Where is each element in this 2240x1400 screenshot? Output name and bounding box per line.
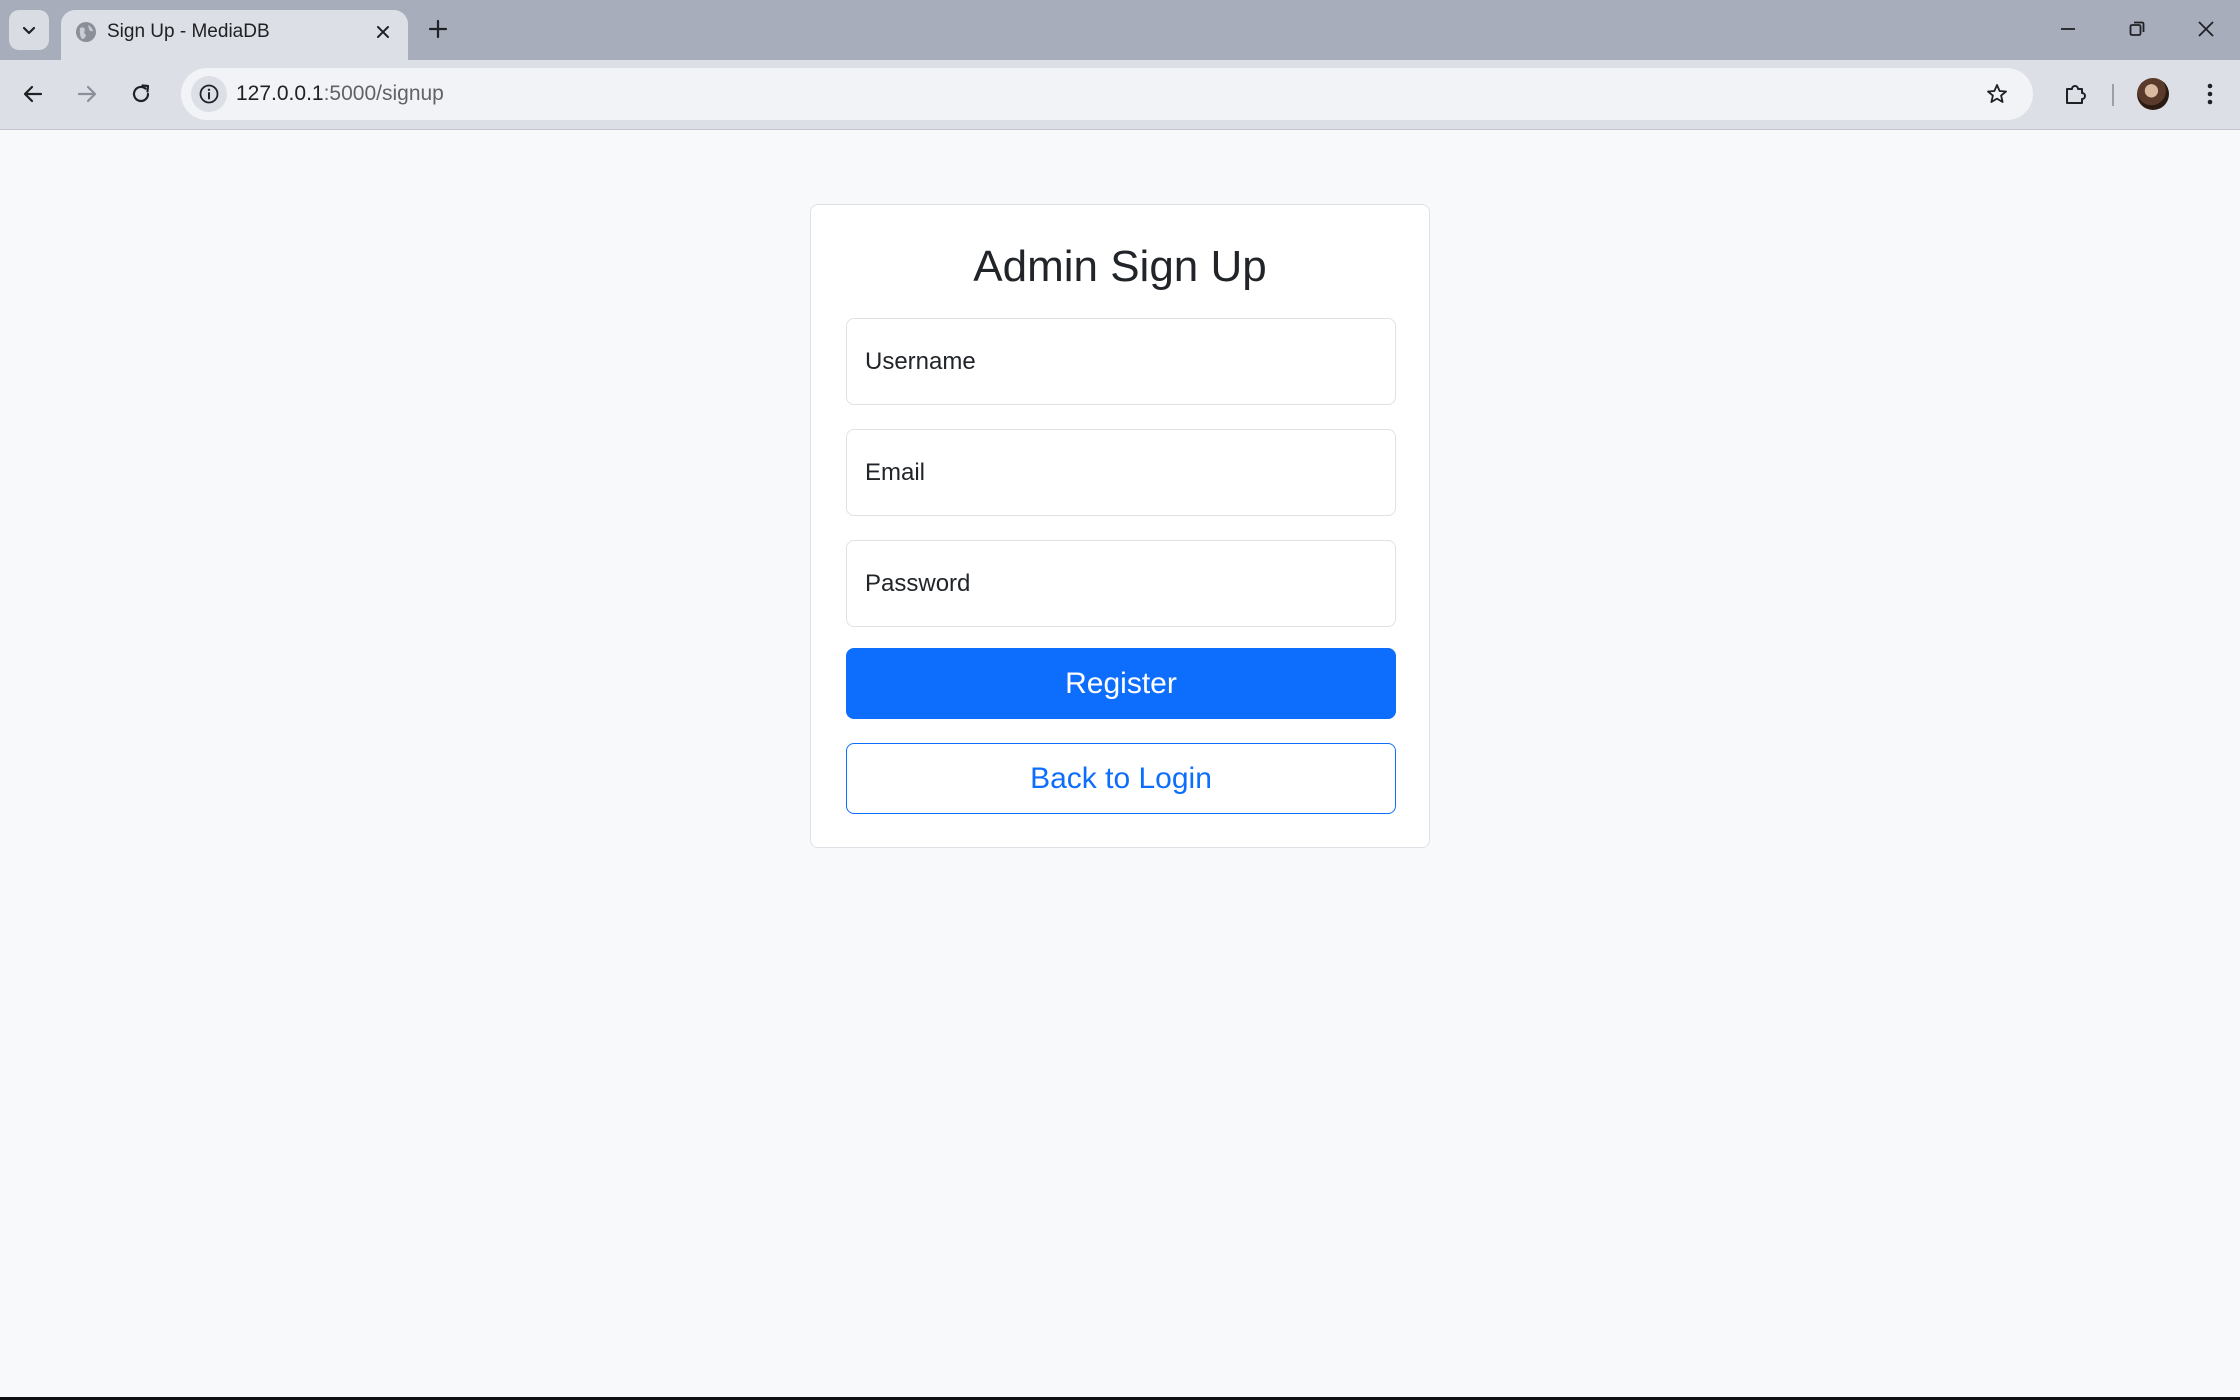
browser-toolbar: 127.0.0.1:5000/signup: [0, 60, 2240, 130]
browser-menu-button[interactable]: [2190, 74, 2230, 114]
chevron-down-icon: [22, 26, 36, 35]
star-icon: [1987, 84, 2007, 103]
browser-tab[interactable]: Sign Up - MediaDB: [61, 10, 408, 60]
puzzle-icon: [2066, 85, 2086, 104]
url-host: 127.0.0.1: [236, 82, 324, 105]
new-tab-button[interactable]: [423, 14, 453, 44]
toolbar-separator: [2112, 84, 2114, 106]
url-text: 127.0.0.1:5000/signup: [236, 81, 444, 107]
site-info-button[interactable]: [191, 76, 227, 112]
page-title: Admin Sign Up: [973, 242, 1267, 291]
url-path: :5000/signup: [323, 82, 444, 105]
globe-icon: [76, 22, 96, 42]
window-close-button[interactable]: [2186, 12, 2226, 46]
back-to-login-button[interactable]: Back to Login: [846, 743, 1396, 814]
back-arrow-icon: [23, 85, 43, 103]
password-input[interactable]: [846, 540, 1396, 627]
minimize-icon: [2061, 28, 2075, 30]
close-icon: [377, 26, 389, 38]
username-input[interactable]: [846, 318, 1396, 405]
forward-button[interactable]: [67, 74, 107, 114]
signup-card: Admin Sign Up Register Back to Login: [810, 204, 1430, 848]
restore-button[interactable]: [2117, 12, 2157, 46]
page-viewport: Admin Sign Up Register Back to Login: [0, 130, 2240, 1398]
kebab-menu-icon: [2207, 83, 2213, 105]
bookmark-button[interactable]: [1981, 78, 2013, 110]
restore-icon: [2129, 21, 2145, 36]
tab-title: Sign Up - MediaDB: [107, 21, 270, 42]
minimize-button[interactable]: [2048, 12, 2088, 46]
reload-button[interactable]: [121, 74, 161, 114]
forward-arrow-icon: [77, 85, 97, 103]
register-button[interactable]: Register: [846, 648, 1396, 719]
tab-search-button[interactable]: [9, 10, 49, 50]
info-icon: [199, 84, 219, 104]
reload-icon: [132, 84, 150, 103]
window-close-icon: [2198, 21, 2214, 37]
extensions-button[interactable]: [2056, 74, 2096, 114]
email-input[interactable]: [846, 429, 1396, 516]
tab-close-button[interactable]: [370, 19, 396, 45]
tab-strip: Sign Up - MediaDB: [0, 0, 2240, 60]
profile-avatar[interactable]: [2137, 78, 2169, 110]
plus-icon: [428, 19, 448, 39]
back-button[interactable]: [13, 74, 53, 114]
address-bar[interactable]: 127.0.0.1:5000/signup: [181, 68, 2033, 120]
